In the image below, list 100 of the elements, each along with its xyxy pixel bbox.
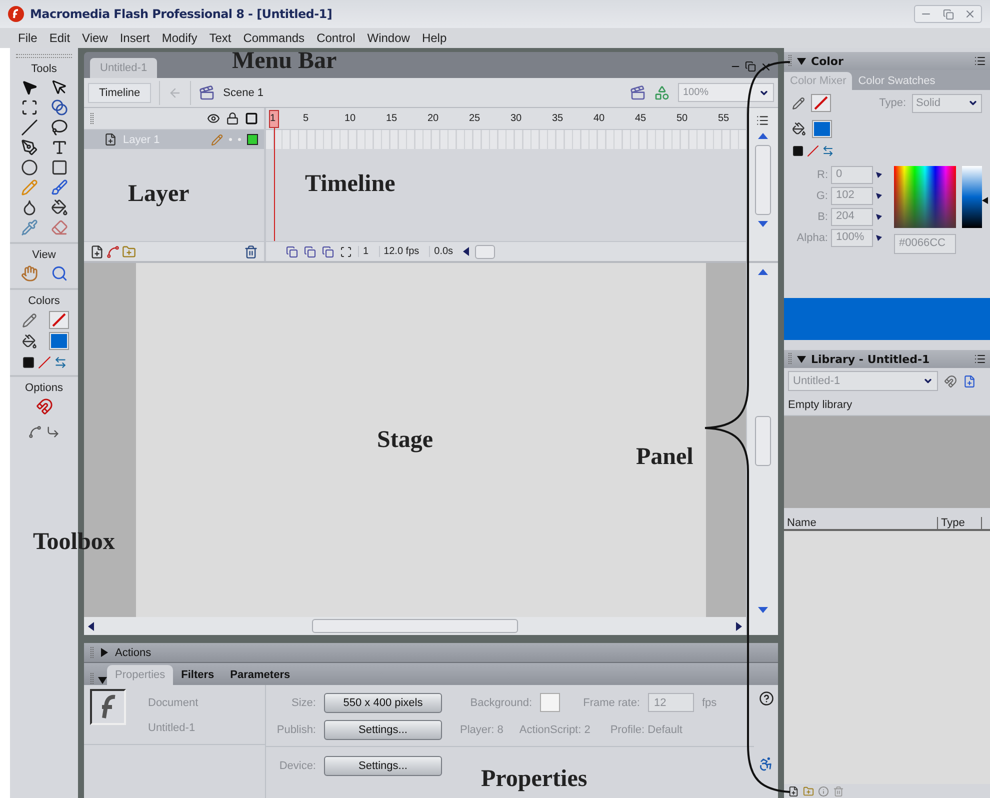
stroke-color-swatch[interactable] [49, 311, 69, 329]
fill-color-swatch[interactable] [49, 332, 69, 350]
corner-arrow-icon[interactable] [876, 193, 882, 199]
paint-bucket-icon[interactable] [792, 122, 806, 136]
scroll-down-icon[interactable] [758, 221, 768, 227]
scene-name[interactable]: Scene 1 [223, 86, 264, 98]
default-colors-icon[interactable] [22, 356, 34, 369]
line-icon[interactable] [20, 119, 38, 136]
swap-colors-icon[interactable] [822, 145, 834, 157]
straighten-icon[interactable] [46, 425, 60, 439]
corner-arrow-icon[interactable] [876, 214, 882, 220]
restore-icon[interactable] [745, 61, 756, 72]
outline-icon[interactable] [245, 112, 258, 125]
pencil-icon[interactable] [792, 96, 805, 110]
scroll-right-icon[interactable] [736, 622, 742, 630]
timeline-button[interactable]: Timeline [88, 82, 152, 102]
add-guide-layer-icon[interactable] [106, 244, 120, 258]
scroll-up-icon[interactable] [758, 133, 768, 139]
help-icon[interactable] [758, 691, 774, 706]
close-icon[interactable] [964, 8, 976, 20]
add-folder-icon[interactable] [122, 244, 136, 258]
lasso-icon[interactable] [50, 119, 68, 136]
swap-colors-icon[interactable] [54, 356, 66, 369]
publish-settings-button[interactable]: Settings... [324, 720, 442, 740]
onion-skin-icon[interactable] [286, 246, 298, 258]
actions-panel-bar[interactable]: Actions [84, 643, 778, 663]
menu-item[interactable]: Commands [237, 31, 311, 45]
pencil-icon[interactable] [22, 312, 36, 328]
arrow-icon[interactable] [20, 79, 38, 96]
corner-arrow-icon[interactable] [876, 235, 882, 241]
transform-icon[interactable] [20, 99, 38, 116]
grip-icon[interactable] [90, 646, 94, 658]
collapse-triangle-icon[interactable] [797, 56, 806, 66]
scroll-left-icon[interactable] [88, 622, 94, 630]
smooth-icon[interactable] [28, 425, 42, 439]
eye-icon[interactable] [207, 112, 220, 125]
text-icon[interactable] [50, 139, 68, 156]
rectangle-icon[interactable] [50, 159, 68, 176]
horizontal-scrollbar[interactable] [84, 617, 746, 635]
trash-icon[interactable] [244, 244, 258, 258]
close-icon[interactable] [760, 61, 772, 73]
scroll-thumb[interactable] [754, 145, 770, 215]
new-library-icon[interactable] [963, 374, 976, 388]
edit-frames-icon[interactable] [322, 246, 334, 258]
gradient-icon[interactable] [50, 99, 68, 116]
add-layer-icon[interactable] [90, 244, 104, 258]
onion-outline-icon[interactable] [304, 246, 316, 258]
markers-icon[interactable] [340, 246, 352, 258]
pen-icon[interactable] [20, 139, 38, 156]
size-button[interactable]: 550 x 400 pixels [324, 692, 442, 712]
lock-icon[interactable] [226, 112, 239, 125]
background-color-swatch[interactable] [540, 693, 560, 712]
collapse-triangle-icon[interactable] [797, 354, 806, 364]
fill-color-swatch[interactable] [812, 120, 832, 138]
marker-icon[interactable] [982, 197, 988, 204]
library-panel-header[interactable]: Library - Untitled-1 [784, 350, 990, 368]
pointer-icon[interactable] [50, 79, 68, 96]
color-panel-header[interactable]: Color [784, 52, 990, 70]
scroll-down-icon[interactable] [758, 607, 768, 613]
color-spectrum[interactable] [894, 166, 956, 228]
menu-item[interactable]: Insert [114, 31, 156, 45]
menu-item[interactable]: Window [361, 31, 416, 45]
pin-icon[interactable] [944, 374, 957, 388]
timeline-scrollbar[interactable] [746, 108, 778, 261]
grip-icon[interactable] [16, 54, 72, 58]
new-symbol-icon[interactable] [788, 786, 799, 796]
grip-icon[interactable] [788, 353, 792, 365]
panel-tab[interactable]: Filters [173, 665, 222, 685]
scroll-thumb[interactable] [475, 244, 496, 258]
accessibility-icon[interactable] [758, 756, 774, 772]
playhead[interactable] [269, 110, 279, 241]
menu-item[interactable]: Help [416, 31, 453, 45]
new-folder-icon[interactable] [803, 786, 814, 796]
timeline-menu-icon[interactable] [756, 114, 769, 127]
search-icon[interactable] [50, 265, 68, 282]
menu-item[interactable]: Text [203, 31, 238, 45]
grip-icon[interactable] [90, 673, 94, 685]
device-settings-button[interactable]: Settings... [324, 756, 442, 776]
menu-item[interactable]: Edit [43, 31, 76, 45]
menu-item[interactable]: Modify [156, 31, 204, 45]
menu-item[interactable]: View [76, 31, 114, 45]
collapse-triangle-icon[interactable] [98, 676, 107, 685]
magnet-icon[interactable] [36, 398, 52, 415]
stroke-color-swatch[interactable] [811, 94, 831, 112]
brush-icon[interactable] [50, 179, 68, 196]
no-color-icon[interactable] [38, 356, 50, 369]
hand-icon[interactable] [20, 265, 38, 282]
paint-bucket-icon[interactable] [22, 334, 36, 348]
default-colors-icon[interactable] [792, 145, 804, 157]
edit-scene-icon[interactable] [630, 84, 646, 100]
scroll-thumb[interactable] [754, 416, 770, 466]
corner-arrow-icon[interactable] [876, 172, 882, 178]
expand-triangle-icon[interactable] [100, 648, 109, 657]
menu-item[interactable]: Control [310, 31, 362, 45]
scroll-thumb[interactable] [312, 619, 518, 633]
column-header[interactable]: Type [938, 517, 982, 529]
outline-color-swatch[interactable] [247, 134, 258, 145]
edit-symbol-icon[interactable] [654, 84, 670, 100]
maximize-icon[interactable] [942, 8, 954, 20]
brightness-gradient[interactable] [962, 166, 988, 228]
